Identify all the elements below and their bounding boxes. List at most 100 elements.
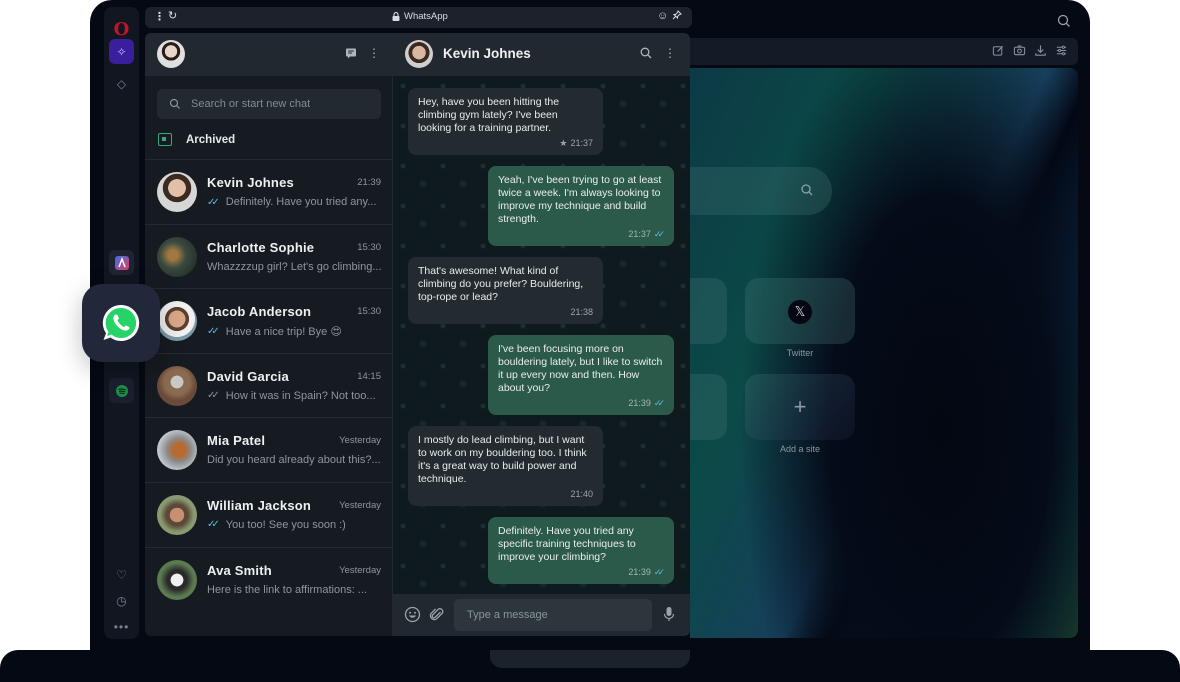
app-launcher-icon[interactable] (109, 250, 134, 275)
tab-search-icon[interactable] (1056, 13, 1072, 29)
search-icon[interactable] (639, 46, 653, 60)
chat-avatar (157, 365, 197, 406)
crypto-wallet-icon[interactable]: ◇ (109, 71, 134, 96)
more-icon[interactable]: ⋮ (154, 10, 165, 23)
popup-title-text: WhatsApp (404, 11, 448, 22)
outgoing-message[interactable]: I've been focusing more on bouldering la… (488, 335, 674, 415)
emoji-icon[interactable] (404, 606, 421, 623)
laptop-notch (490, 650, 690, 668)
chat-preview: Whazzzzup girl? Let's go climbing... (207, 261, 383, 273)
chat-avatar (157, 172, 197, 212)
chat-list-item[interactable]: Ava Smith Yesterday Here is the link to … (145, 546, 393, 612)
incoming-message[interactable]: I mostly do lead climbing, but I want to… (408, 426, 603, 506)
download-icon[interactable] (1034, 44, 1047, 57)
message-time: 21:38 (570, 307, 593, 317)
menu-icon[interactable]: ⋮ (663, 46, 677, 60)
chat-preview: Did you heard already about this?... (207, 454, 383, 466)
delivered-ticks-icon: ✓✓ (207, 390, 220, 402)
chat-name: Mia Patel (207, 433, 266, 449)
message-input[interactable] (454, 599, 652, 631)
read-ticks-icon: ✓✓ (207, 519, 220, 531)
whatsapp-logo-icon (102, 304, 140, 341)
chat-list-item[interactable]: William Jackson Yesterday ✓✓ You too! See… (145, 481, 393, 547)
chat-preview-text: Have a nice trip! Bye 😍 (225, 326, 342, 339)
reload-icon[interactable]: ↻ (168, 9, 177, 22)
spotify-icon[interactable] (109, 378, 134, 403)
bookmarks-heart-icon[interactable]: ♡ (109, 562, 134, 587)
message-time: 21:40 (570, 489, 593, 499)
chat-preview-text: Did you heard already about this?... (207, 454, 381, 467)
search-icon (169, 98, 180, 109)
start-page-search[interactable] (690, 167, 832, 215)
chat-avatar (157, 301, 197, 342)
chat-list-item[interactable]: Mia Patel Yesterday Did you heard alread… (145, 417, 393, 482)
aria-ai-icon[interactable]: ✧ (109, 39, 134, 64)
message-time: 21:39 (628, 398, 651, 408)
more-icon[interactable]: ••• (109, 614, 134, 639)
contact-avatar[interactable] (405, 40, 433, 68)
chat-avatar (157, 236, 197, 277)
chat-preview: ✓✓ You too! See you soon :) (207, 519, 383, 531)
chat-name: William Jackson (207, 497, 312, 513)
chat-list-pane: ⋮ Archived Kevin Johnes 21:39 ✓✓ Definite… (145, 33, 393, 636)
plus-icon: + (793, 394, 807, 419)
history-clock-icon[interactable]: ◷ (109, 588, 134, 613)
read-ticks-icon: ✓✓ (207, 196, 220, 208)
message-time: 21:39 (628, 567, 651, 577)
start-page: 𝕏 Twitter + Add a site (690, 68, 1078, 638)
chat-list-item[interactable]: Charlotte Sophie 15:30 Whazzzzup girl? L… (145, 223, 393, 289)
message-text: Definitely. Have you tried any specific … (498, 525, 636, 563)
chat-preview: Here is the link to affirmations: ... (207, 584, 383, 596)
pin-icon[interactable] (672, 10, 682, 20)
outgoing-message[interactable]: Definitely. Have you tried any specific … (488, 517, 674, 584)
chat-time: 21:39 (357, 177, 381, 188)
message-text: I mostly do lead climbing, but I want to… (418, 434, 587, 485)
conversation-pane: Kevin Johnes ⋮ Hey, have you been hittin… (393, 33, 690, 636)
new-chat-icon[interactable] (344, 46, 358, 60)
chat-preview-text: Definitely. Have you tried any... (225, 196, 377, 208)
contact-name[interactable]: Kevin Johnes (443, 46, 531, 61)
message-composer (393, 594, 690, 636)
incoming-message[interactable]: That's awesome! What kind of climbing do… (408, 257, 603, 324)
speed-dial-label: Twitter (786, 348, 814, 358)
attach-icon[interactable] (428, 606, 445, 623)
emoji-icon[interactable]: ☺ (657, 10, 668, 22)
chat-avatar (157, 430, 197, 471)
lock-icon (392, 12, 400, 21)
outgoing-message[interactable]: Yeah, I've been trying to go at least tw… (488, 166, 674, 246)
speed-dial-twitter[interactable]: 𝕏 (745, 278, 855, 344)
popup-titlebar: ⋮ ↻ WhatsApp ☺ (145, 7, 692, 28)
read-ticks-icon: ✓✓ (653, 229, 665, 239)
conversation-header[interactable]: Kevin Johnes ⋮ (393, 33, 690, 76)
microphone-icon[interactable] (663, 606, 675, 623)
message-text: That's awesome! What kind of climbing do… (418, 265, 584, 303)
add-site-button[interactable]: + (745, 374, 855, 440)
address-bar[interactable] (690, 38, 1078, 65)
message-time: 21:37 (570, 138, 593, 148)
chat-preview-text: Here is the link to affirmations: ... (207, 583, 367, 596)
chat-list-item[interactable]: David Garcia 14:15 ✓✓ How it was in Spain… (145, 352, 393, 418)
chat-search[interactable] (157, 89, 381, 119)
speed-dial-tile[interactable] (690, 278, 727, 344)
chat-search-input[interactable] (191, 98, 371, 110)
message-time: 21:37 (628, 229, 651, 239)
speed-dial-tile[interactable] (690, 374, 727, 440)
chat-preview: ✓✓ Have a nice trip! Bye 😍 (207, 325, 383, 338)
my-profile-avatar[interactable] (157, 40, 185, 68)
chat-preview-text: How it was in Spain? Not too... (225, 389, 376, 402)
chat-time: Yesterday (339, 564, 381, 576)
search-icon (801, 184, 813, 196)
chat-list-item[interactable]: Jacob Anderson 15:30 ✓✓ Have a nice trip!… (145, 288, 393, 353)
chat-preview-text: Whazzzzup girl? Let's go climbing... (207, 260, 382, 273)
menu-icon[interactable]: ⋮ (367, 46, 381, 60)
snapshot-edit-icon[interactable] (992, 44, 1005, 57)
archive-icon (158, 133, 172, 146)
whatsapp-sidebar-app-button[interactable] (82, 284, 160, 362)
archived-row[interactable]: Archived (145, 127, 393, 152)
easy-setup-icon[interactable] (1055, 44, 1068, 57)
chat-list: Kevin Johnes 21:39 ✓✓ Definitely. Have yo… (145, 159, 393, 611)
camera-icon[interactable] (1013, 44, 1026, 57)
chat-name: Jacob Anderson (207, 304, 312, 320)
chat-list-item[interactable]: Kevin Johnes 21:39 ✓✓ Definitely. Have yo… (145, 159, 393, 224)
incoming-message[interactable]: Hey, have you been hitting the climbing … (408, 88, 603, 155)
